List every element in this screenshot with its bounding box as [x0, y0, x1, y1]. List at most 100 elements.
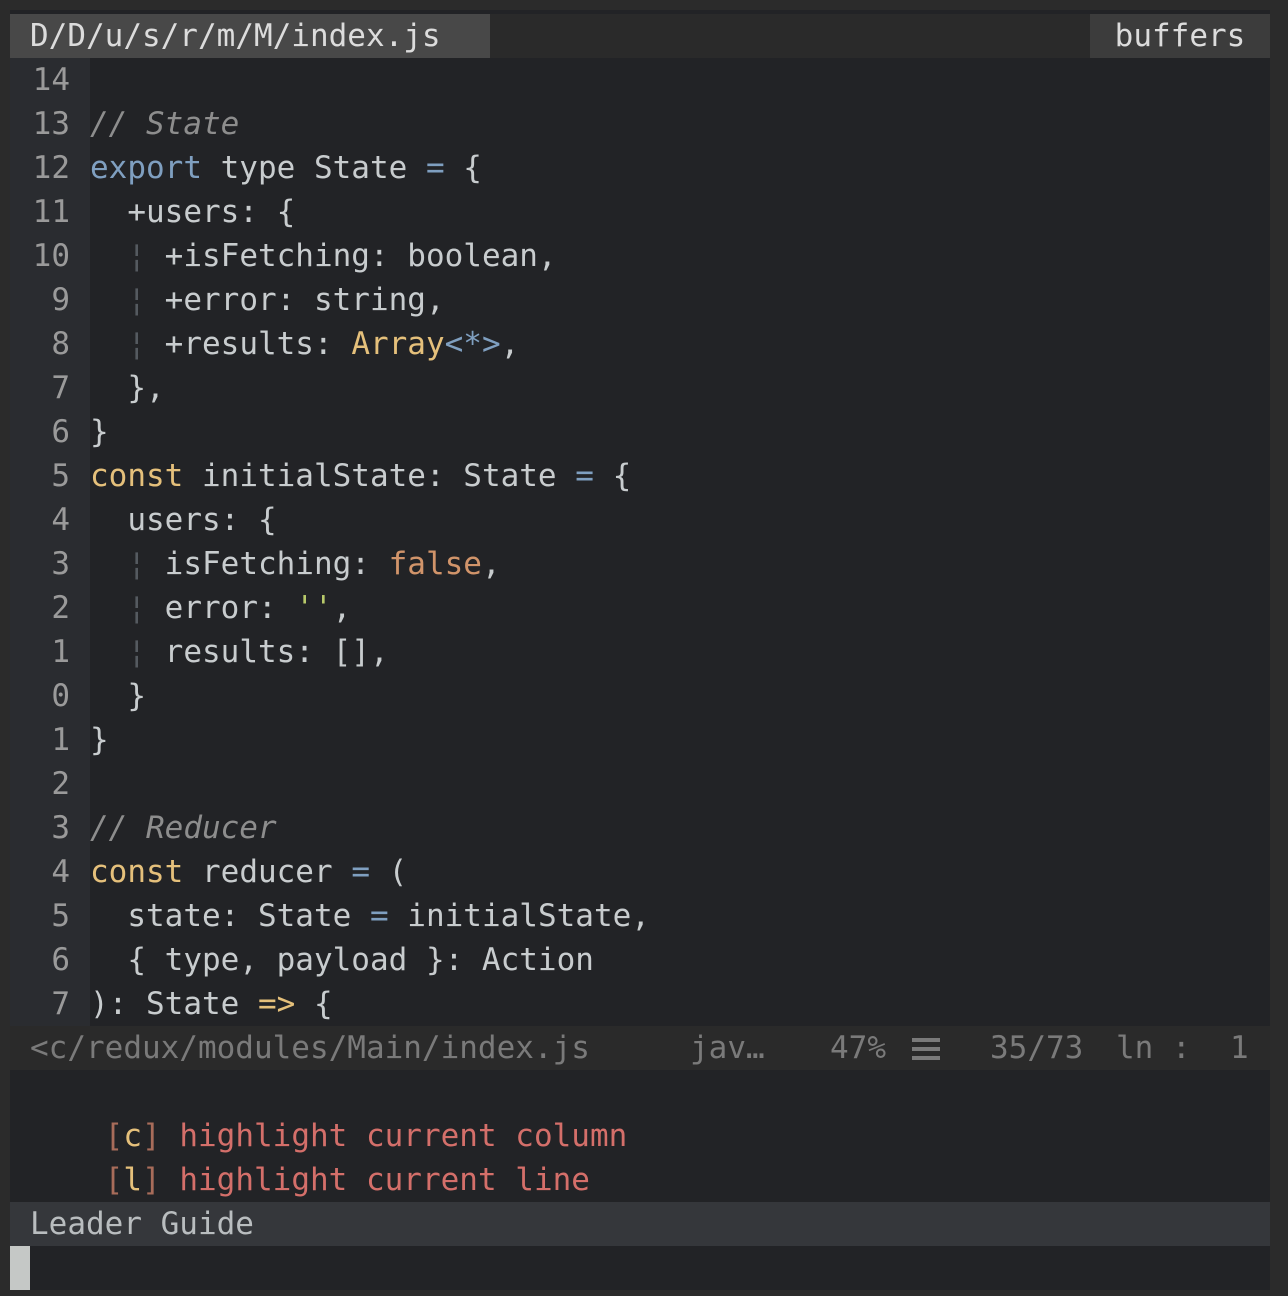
- code-token: false: [388, 546, 482, 582]
- code-line[interactable]: 1 ¦ results: [],: [10, 630, 1270, 674]
- code-token: ,: [500, 326, 520, 362]
- code-line[interactable]: 4 users: {: [10, 498, 1270, 542]
- code-line[interactable]: 7 },: [10, 366, 1270, 410]
- code-token: =: [575, 458, 594, 494]
- code-line[interactable]: 5 const initialState: State = {: [10, 454, 1270, 498]
- editor-pane[interactable]: 14 13// State 12 export type State = {11 +u…: [10, 58, 1270, 1026]
- hamburger-icon: [912, 1038, 940, 1060]
- code-text: state: State = initialState,: [90, 894, 650, 938]
- code-token: { type, payload }: Action: [90, 942, 594, 978]
- code-token: =: [425, 150, 445, 186]
- leader-guide-entry[interactable]: [c] highlight current column: [30, 1070, 628, 1154]
- command-line-cursor[interactable]: [10, 1246, 30, 1290]
- line-number: 2: [51, 590, 70, 626]
- code-token: // State: [90, 106, 240, 142]
- line-number: 7: [51, 986, 70, 1022]
- code-token: =: [369, 898, 389, 934]
- code-token: (: [369, 854, 408, 890]
- status-ln-label: ln: [1116, 1030, 1154, 1066]
- status-filetype: jav…: [690, 1030, 765, 1066]
- line-number: 10: [32, 238, 70, 274]
- line-number: 7: [51, 370, 70, 406]
- vim-window: D/D/u/s/r/m/M/index.js buffers 14 13// St…: [10, 10, 1270, 1290]
- code-token: Array: [351, 326, 445, 362]
- code-token: },: [90, 370, 165, 406]
- code-line[interactable]: 10 ¦ +isFetching: boolean,: [10, 234, 1270, 278]
- code-text: users: {: [90, 498, 277, 542]
- tab-active-file[interactable]: D/D/u/s/r/m/M/index.js: [10, 14, 490, 58]
- code-token: +isFetching: boolean,: [146, 238, 557, 274]
- code-text: }: [90, 718, 109, 762]
- code-token: users: {: [90, 502, 277, 538]
- line-number: 0: [51, 678, 70, 714]
- code-token: {: [295, 986, 333, 1022]
- code-line[interactable]: 3 ¦ isFetching: false,: [10, 542, 1270, 586]
- indent-guide-icon: ¦: [127, 238, 146, 274]
- code-text: }: [90, 674, 146, 718]
- code-line[interactable]: 5 state: State = initialState,: [10, 894, 1270, 938]
- code-text: }: [90, 410, 109, 454]
- line-number: 5: [51, 458, 70, 494]
- code-text: { type, payload }: Action: [90, 938, 594, 982]
- status-column: 1: [1230, 1030, 1249, 1066]
- code-line[interactable]: 13 // State: [10, 102, 1270, 146]
- code-token: const: [90, 854, 184, 890]
- status-percent: 47%: [830, 1030, 886, 1066]
- code-token: ,: [481, 546, 501, 582]
- code-line[interactable]: 1}: [10, 718, 1270, 762]
- leader-guide-title: Leader Guide: [10, 1202, 1270, 1246]
- leader-guide-entry[interactable]: [l] highlight current line: [30, 1114, 590, 1198]
- code-line[interactable]: 6 { type, payload }: Action: [10, 938, 1270, 982]
- line-number: 1: [51, 634, 70, 670]
- line-number: 14: [32, 62, 70, 98]
- code-text: ¦ isFetching: false,: [90, 542, 501, 586]
- code-line[interactable]: 4 const reducer = (: [10, 850, 1270, 894]
- code-token: }: [90, 678, 146, 714]
- code-token: +results:: [146, 326, 352, 362]
- indent-guide-icon: ¦: [127, 634, 146, 670]
- line-number: 5: [51, 898, 70, 934]
- code-line[interactable]: 2 ¦ error: '',: [10, 586, 1270, 630]
- line-number: 4: [51, 502, 70, 538]
- code-token: }: [90, 722, 109, 758]
- code-line[interactable]: 2: [10, 762, 1270, 806]
- code-line[interactable]: 9 ¦ +error: string,: [10, 278, 1270, 322]
- code-line[interactable]: 7): State => {: [10, 982, 1270, 1026]
- code-token: +users: {: [90, 194, 296, 230]
- code-text: ¦ +error: string,: [90, 278, 445, 322]
- code-line[interactable]: 3 // Reducer: [10, 806, 1270, 850]
- line-number: 9: [51, 282, 70, 318]
- status-position: 35/73: [990, 1030, 1084, 1066]
- code-token: isFetching:: [146, 546, 389, 582]
- status-filepath: <c/redux/modules/Main/index.js: [30, 1030, 590, 1066]
- code-token: }: [90, 414, 109, 450]
- code-token: initialState: State: [183, 458, 576, 494]
- code-token: ): State: [90, 986, 258, 1022]
- code-line[interactable]: 12 export type State = {: [10, 146, 1270, 190]
- code-text: },: [90, 366, 165, 410]
- leader-guide-entry[interactable]: [s] highlight search results: [30, 1158, 628, 1242]
- code-line[interactable]: 8 ¦ +results: Array<*>,: [10, 322, 1270, 366]
- code-token: state: State: [90, 898, 370, 934]
- code-text: ¦ +isFetching: boolean,: [90, 234, 557, 278]
- code-token: +error: string,: [146, 282, 445, 318]
- line-number: 1: [51, 722, 70, 758]
- line-number: 11: [32, 194, 70, 230]
- indent-guide-icon: ¦: [127, 282, 146, 318]
- buffers-label[interactable]: buffers: [1090, 14, 1270, 58]
- code-line[interactable]: 0 }: [10, 674, 1270, 718]
- code-token: {: [444, 150, 482, 186]
- status-separator: :: [1172, 1030, 1191, 1066]
- code-line[interactable]: 6}: [10, 410, 1270, 454]
- code-token: {: [593, 458, 632, 494]
- line-number: 8: [51, 326, 70, 362]
- code-line[interactable]: 11 +users: {: [10, 190, 1270, 234]
- code-text: ¦ error: '',: [90, 586, 351, 630]
- code-line[interactable]: 14: [10, 58, 1270, 102]
- line-number: 13: [32, 106, 70, 142]
